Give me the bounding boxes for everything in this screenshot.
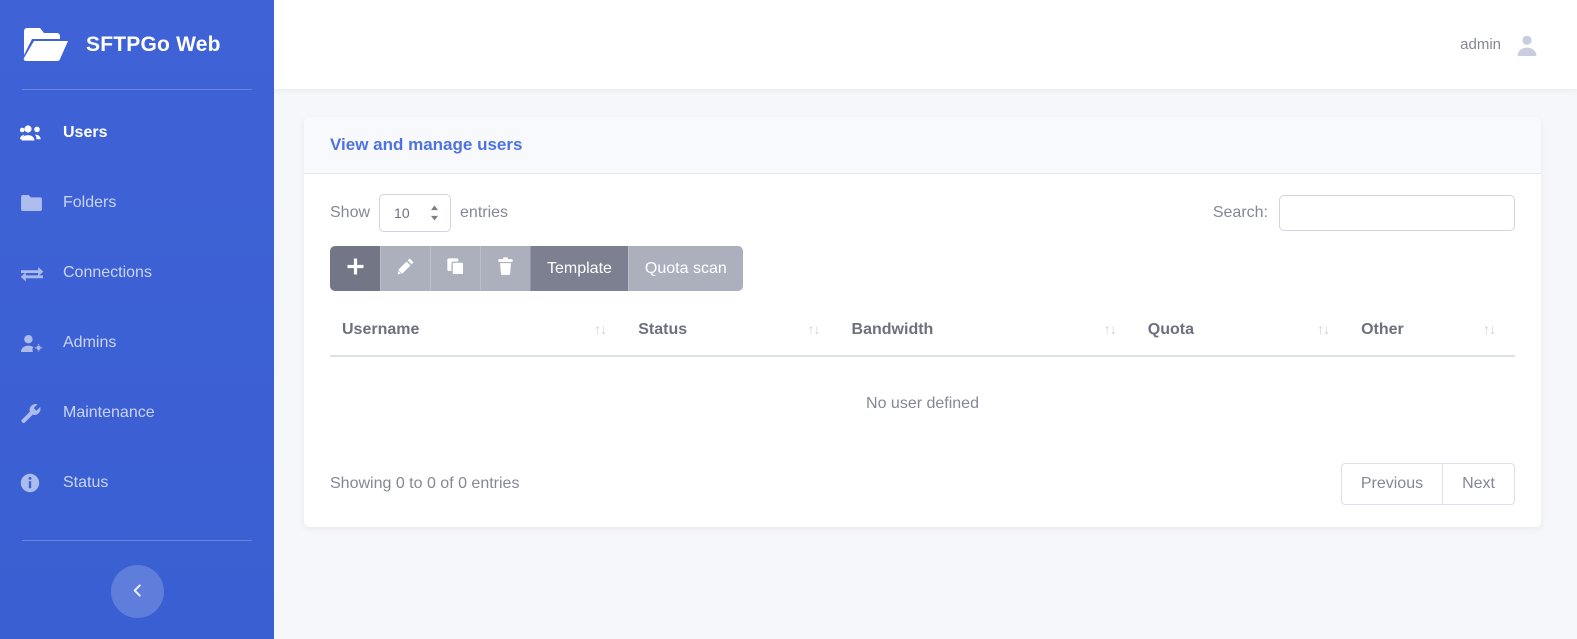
table-controls: Show 10 entries Search: (330, 194, 1515, 232)
previous-page-button[interactable]: Previous (1340, 463, 1444, 505)
sidebar-item-label: Admins (63, 334, 117, 351)
sort-icon[interactable]: ↑↓ (808, 321, 821, 337)
sidebar: SFTPGo Web Users Folders Connections Adm… (0, 0, 274, 639)
topbar: admin (274, 0, 1577, 89)
show-label: Show (330, 204, 371, 221)
sidebar-collapse-wrap (0, 565, 274, 618)
column-header-quota[interactable]: Quota ↑↓ (1135, 313, 1350, 357)
page-length-value: 10 (394, 205, 410, 221)
sidebar-divider-bottom (22, 540, 252, 541)
table-head: Username ↑↓ Status ↑↓ Bandwidth ↑↓ Quota… (330, 313, 1515, 357)
sidebar-item-connections[interactable]: Connections (0, 238, 274, 308)
sidebar-item-label: Maintenance (63, 404, 155, 421)
info-circle-icon (20, 472, 46, 494)
page-length-control: Show 10 entries (330, 194, 508, 232)
user-avatar-icon[interactable] (1515, 33, 1539, 57)
sidebar-nav: Users Folders Connections Admins Mainten… (0, 90, 274, 518)
next-page-button[interactable]: Next (1443, 463, 1515, 505)
app-root: SFTPGo Web Users Folders Connections Adm… (0, 0, 1577, 639)
trash-icon (496, 256, 515, 281)
add-user-button[interactable] (330, 246, 380, 291)
delete-user-button[interactable] (480, 246, 530, 291)
content-area: View and manage users Show 10 entries Se… (274, 89, 1577, 527)
chevron-left-icon (130, 583, 145, 601)
column-label: Username (342, 321, 420, 338)
sidebar-item-folders[interactable]: Folders (0, 168, 274, 238)
sidebar-item-label: Connections (63, 264, 152, 281)
sidebar-item-maintenance[interactable]: Maintenance (0, 378, 274, 448)
wrench-icon (20, 402, 46, 424)
sidebar-item-users[interactable]: Users (0, 98, 274, 168)
sidebar-item-admins[interactable]: Admins (0, 308, 274, 378)
sidebar-toggle-button[interactable] (110, 565, 164, 618)
card-body: Show 10 entries Search: Template Quota s… (304, 174, 1541, 527)
brand-title: SFTPGo Web (86, 32, 221, 56)
empty-message: No user defined (866, 395, 979, 412)
search-input[interactable] (1279, 195, 1515, 231)
entries-label: entries (460, 204, 509, 221)
edit-user-button[interactable] (380, 246, 430, 291)
page-length-select[interactable]: 10 (379, 194, 452, 232)
column-label: Bandwidth (851, 321, 934, 338)
table-footer: Showing 0 to 0 of 0 entries Previous Nex… (330, 453, 1515, 505)
column-label: Other (1361, 321, 1404, 338)
folder-open-icon (22, 25, 70, 65)
brand[interactable]: SFTPGo Web (0, 0, 274, 89)
users-icon (20, 122, 46, 144)
users-toolbar: Template Quota scan (330, 246, 743, 291)
stepper-icon (429, 205, 440, 222)
column-label: Quota (1147, 321, 1195, 338)
page-title: View and manage users (330, 135, 523, 154)
plus-icon (346, 257, 365, 281)
pencil-icon (396, 257, 415, 281)
exchange-icon (20, 262, 46, 284)
table-empty-row: No user defined (330, 356, 1515, 453)
sort-icon[interactable]: ↑↓ (1483, 321, 1496, 337)
table-header-row: Username ↑↓ Status ↑↓ Bandwidth ↑↓ Quota… (330, 313, 1515, 357)
user-gear-icon (20, 332, 46, 354)
pagination: Previous Next (1340, 463, 1515, 505)
users-table: Username ↑↓ Status ↑↓ Bandwidth ↑↓ Quota… (330, 313, 1515, 453)
copy-icon (446, 257, 465, 281)
sort-icon[interactable]: ↑↓ (1317, 321, 1330, 337)
folder-icon (20, 192, 46, 214)
card-header: View and manage users (304, 117, 1541, 174)
showing-entries-info: Showing 0 to 0 of 0 entries (330, 475, 520, 492)
column-label: Status (638, 321, 688, 338)
admin-username: admin (1460, 36, 1501, 53)
column-header-other[interactable]: Other ↑↓ (1349, 313, 1515, 357)
sidebar-item-label: Status (63, 474, 109, 491)
users-card: View and manage users Show 10 entries Se… (304, 117, 1541, 527)
copy-user-button[interactable] (430, 246, 480, 291)
main-area: admin View and manage users Show 10 entr… (274, 0, 1577, 639)
column-header-bandwidth[interactable]: Bandwidth ↑↓ (839, 313, 1136, 357)
quota-scan-button[interactable]: Quota scan (627, 246, 743, 291)
search-label: Search: (1212, 204, 1268, 221)
sidebar-item-label: Users (63, 124, 108, 141)
sidebar-item-label: Folders (63, 194, 117, 211)
sort-icon[interactable]: ↑↓ (1104, 321, 1117, 337)
sort-icon[interactable]: ↑↓ (594, 321, 607, 337)
sidebar-item-status[interactable]: Status (0, 448, 274, 518)
template-button[interactable]: Template (530, 246, 628, 291)
table-body: No user defined (330, 356, 1515, 453)
search-control: Search: (1213, 195, 1515, 231)
column-header-username[interactable]: Username ↑↓ (330, 313, 627, 357)
column-header-status[interactable]: Status ↑↓ (626, 313, 840, 357)
